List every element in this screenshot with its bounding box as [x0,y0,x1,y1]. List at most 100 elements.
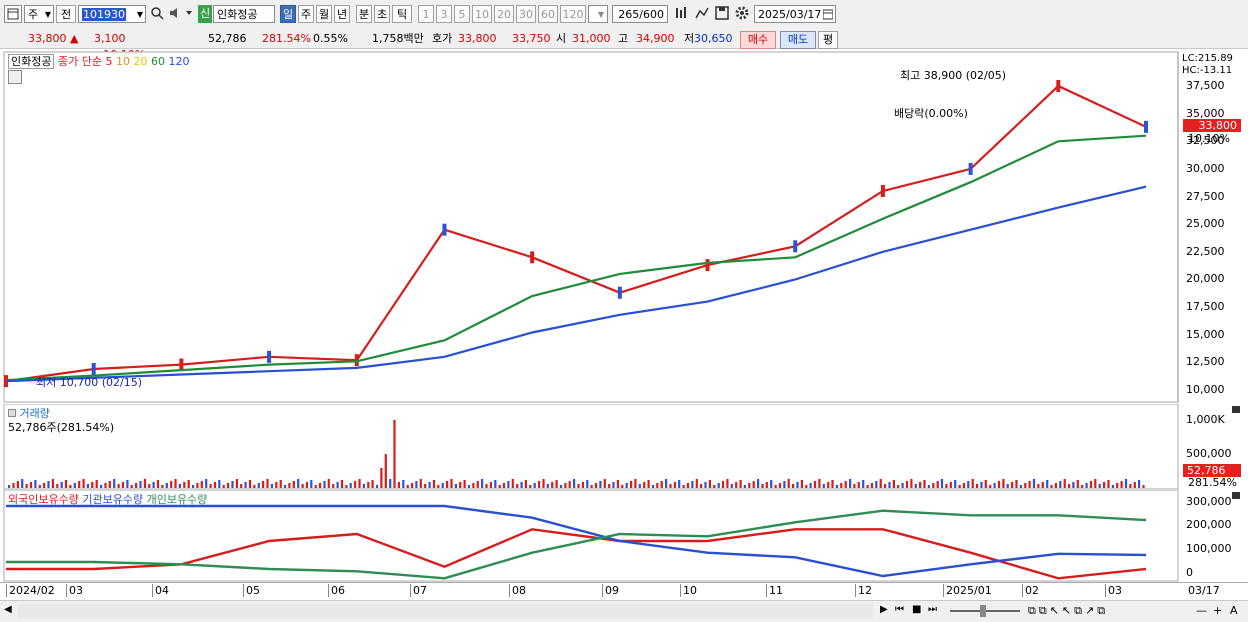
date-picker[interactable]: 2025/03/17 [754,5,836,23]
stock-name-field[interactable]: 인화정공 [213,5,275,23]
range-dropdown[interactable]: ▼ [588,5,608,23]
eval-button[interactable]: 평 [818,31,838,49]
period-minute-button[interactable]: 분 [356,5,372,23]
range-60-button[interactable]: 60 [538,5,558,23]
drawing-tools[interactable]: ⧉⧉↖↖⧉↗⧉ [1028,604,1108,618]
volume-bar [297,479,300,488]
volume-bar [774,485,777,488]
period-tick-button[interactable]: 틱 [392,5,412,23]
ask-price: 33,800 [458,32,497,45]
range-10-button[interactable]: 10 [472,5,492,23]
range-1-button[interactable]: 1 [418,5,434,23]
volume-bar [665,479,668,488]
speaker-icon[interactable] [168,5,194,23]
scroll-left-icon[interactable]: ◀ [4,604,12,615]
volume-bar [1028,481,1031,488]
prev-button[interactable]: 전 [56,5,76,23]
table-view-icon[interactable] [8,70,22,84]
volume-bar [853,484,856,488]
period-week-button[interactable]: 주 [298,5,314,23]
period-second-button[interactable]: 초 [374,5,390,23]
forward-icon[interactable]: ⏭ [928,604,937,615]
window-menu-icon[interactable] [4,5,22,23]
rewind-icon[interactable]: ⏮ [895,604,904,615]
period-month-button[interactable]: 월 [316,5,332,23]
volume-bar [603,479,606,488]
range-120-button[interactable]: 120 [560,5,586,23]
save-icon[interactable] [714,5,730,23]
font-size-icon[interactable]: A [1230,604,1238,617]
volume-bar [717,483,720,488]
candle[interactable] [968,162,973,175]
volume-bar [143,479,146,488]
compare-icon[interactable] [694,5,710,23]
volume-bar [678,480,681,488]
volume-bar [1050,485,1053,488]
candle[interactable] [179,358,184,371]
volume-bar [270,484,273,488]
volume-bar [450,479,453,488]
volume-bar [533,483,536,488]
stock-code-input[interactable]: 101930 ▼ [78,5,146,23]
volume-bar [936,481,939,488]
volume-bar [301,484,304,488]
candle[interactable] [880,185,885,198]
scroll-right-icon[interactable]: ▶ [880,604,888,615]
volume-bar [1059,481,1062,488]
volume-bar [494,480,497,488]
volume-bar [1138,480,1141,488]
candle[interactable] [1056,80,1061,92]
quote-bar: 33,800 ▲ 3,100 +10.10% 52,786 281.54% 0.… [0,28,1248,61]
range-3-button[interactable]: 3 [436,5,452,23]
zoom-in-icon[interactable]: + [1213,604,1222,617]
period-year-button[interactable]: 년 [334,5,350,23]
chevron-down-icon[interactable]: ▼ [137,6,143,24]
zoom-out-icon[interactable]: — [1196,604,1207,617]
volume-bar [568,481,571,488]
candle[interactable] [442,223,447,236]
volume-bar [831,480,834,488]
calendar-icon[interactable] [822,6,834,28]
holding-pane: 외국인보유수량 기관보유수량 개인보유수량 300,000 200,000 10… [0,490,1248,582]
candle-count-field[interactable]: 265/600 [612,5,668,23]
sell-button[interactable]: 매도 [780,31,816,49]
price-tick: 27,500 [1186,189,1225,203]
range-30-button[interactable]: 30 [516,5,536,23]
price-chart[interactable] [0,50,1248,403]
stop-icon[interactable]: ■ [912,604,921,615]
candle[interactable] [267,350,272,363]
market-select[interactable]: 주 ▼ [24,5,54,23]
close-pane-icon[interactable] [1232,492,1240,499]
price-change: 3,100 +10.10% [94,32,145,61]
volume-bar [467,485,471,488]
current-pct-tag: 10.10% [1188,132,1230,145]
volume-chart[interactable] [0,404,1248,490]
candle[interactable] [793,240,798,253]
volume-bar [748,483,751,488]
volume-bar [257,483,260,488]
period-day-button[interactable]: 일 [280,5,296,23]
date-tick: 03/17 [1188,584,1220,597]
volume-bar [1054,483,1057,488]
candle[interactable] [1144,120,1148,133]
volume-bar [989,485,992,488]
candle[interactable] [617,286,622,299]
candle[interactable] [705,259,710,272]
volume-bar [432,480,436,488]
volume-bar [117,484,120,488]
volume-bar [323,481,326,488]
volume-bar [192,485,195,488]
chart-tools-icon[interactable] [674,5,690,23]
candle[interactable] [530,251,535,264]
date-tick: 2025/01 [943,584,992,597]
close-pane-icon[interactable] [1232,406,1240,413]
buy-button[interactable]: 매수 [740,31,776,49]
range-20-button[interactable]: 20 [494,5,514,23]
volume-bar [336,482,339,488]
volume-bar [634,479,637,488]
zoom-slider-handle[interactable] [980,605,986,617]
search-icon[interactable] [150,5,164,23]
gear-icon[interactable] [734,5,750,23]
range-5-button[interactable]: 5 [454,5,470,23]
horizontal-scrollbar[interactable] [18,604,873,618]
